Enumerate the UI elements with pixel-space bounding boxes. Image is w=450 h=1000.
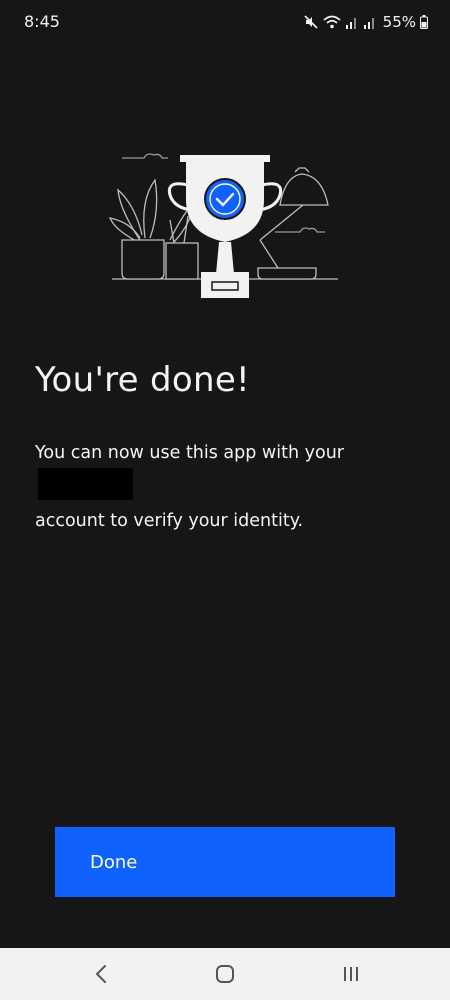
wifi-icon xyxy=(323,14,341,30)
description-part2: account to verify your identity. xyxy=(35,511,304,531)
description-part1: You can now use this app with your xyxy=(35,443,344,463)
recent-apps-icon[interactable] xyxy=(336,962,366,986)
signal-icon xyxy=(345,14,359,30)
done-button[interactable]: Done xyxy=(55,827,395,897)
battery-percent: 55% xyxy=(382,13,416,31)
mute-icon xyxy=(303,14,319,30)
status-icons: 55% xyxy=(303,10,428,34)
status-time: 8:45 xyxy=(24,12,60,31)
back-icon[interactable] xyxy=(86,962,116,986)
trophy-illustration xyxy=(100,140,350,305)
navigation-bar xyxy=(0,948,450,1000)
home-icon[interactable] xyxy=(210,962,240,986)
trophy-checkmark-icon xyxy=(108,153,338,298)
page-title: You're done! xyxy=(35,360,250,400)
signal-icon xyxy=(363,14,377,30)
status-bar: 8:45 55% xyxy=(0,0,450,44)
battery-icon xyxy=(420,15,428,29)
redacted-text xyxy=(38,468,133,500)
description-text: You can now use this app with your accoun… xyxy=(35,436,435,538)
